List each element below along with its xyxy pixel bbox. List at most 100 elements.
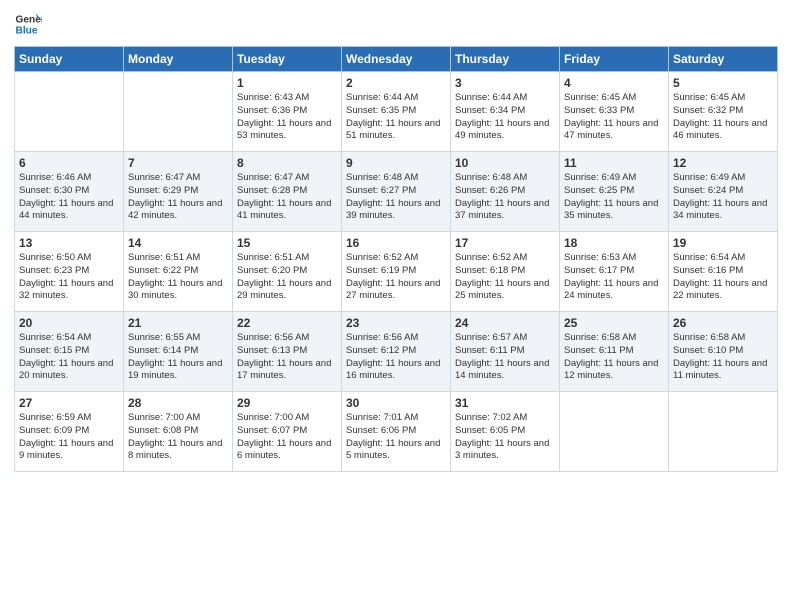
weekday-header-row: SundayMondayTuesdayWednesdayThursdayFrid…	[15, 47, 778, 72]
week-row-3: 13 Sunrise: 6:50 AMSunset: 6:23 PMDayligh…	[15, 232, 778, 312]
calendar-cell: 17 Sunrise: 6:52 AMSunset: 6:18 PMDayligh…	[451, 232, 560, 312]
logo-icon: General Blue	[14, 10, 42, 38]
cell-text: Sunrise: 6:49 AMSunset: 6:24 PMDaylight:…	[673, 172, 773, 223]
cell-text: Sunrise: 7:00 AMSunset: 6:07 PMDaylight:…	[237, 412, 337, 463]
week-row-4: 20 Sunrise: 6:54 AMSunset: 6:15 PMDayligh…	[15, 312, 778, 392]
cell-text: Sunrise: 7:01 AMSunset: 6:06 PMDaylight:…	[346, 412, 446, 463]
cell-text: Sunrise: 6:52 AMSunset: 6:18 PMDaylight:…	[455, 252, 555, 303]
weekday-monday: Monday	[124, 47, 233, 72]
cell-text: Sunrise: 6:52 AMSunset: 6:19 PMDaylight:…	[346, 252, 446, 303]
cell-text: Sunrise: 6:48 AMSunset: 6:26 PMDaylight:…	[455, 172, 555, 223]
calendar-cell: 31 Sunrise: 7:02 AMSunset: 6:05 PMDayligh…	[451, 392, 560, 472]
day-number: 2	[346, 76, 446, 90]
day-number: 16	[346, 236, 446, 250]
calendar-cell: 11 Sunrise: 6:49 AMSunset: 6:25 PMDayligh…	[560, 152, 669, 232]
calendar-cell	[560, 392, 669, 472]
cell-text: Sunrise: 6:49 AMSunset: 6:25 PMDaylight:…	[564, 172, 664, 223]
cell-text: Sunrise: 6:54 AMSunset: 6:15 PMDaylight:…	[19, 332, 119, 383]
day-number: 17	[455, 236, 555, 250]
day-number: 25	[564, 316, 664, 330]
day-number: 14	[128, 236, 228, 250]
day-number: 18	[564, 236, 664, 250]
calendar-cell: 20 Sunrise: 6:54 AMSunset: 6:15 PMDayligh…	[15, 312, 124, 392]
day-number: 29	[237, 396, 337, 410]
weekday-tuesday: Tuesday	[233, 47, 342, 72]
weekday-friday: Friday	[560, 47, 669, 72]
day-number: 20	[19, 316, 119, 330]
day-number: 21	[128, 316, 228, 330]
day-number: 13	[19, 236, 119, 250]
calendar-cell: 4 Sunrise: 6:45 AMSunset: 6:33 PMDaylight…	[560, 72, 669, 152]
calendar-cell: 5 Sunrise: 6:45 AMSunset: 6:32 PMDaylight…	[669, 72, 778, 152]
weekday-sunday: Sunday	[15, 47, 124, 72]
calendar-cell: 25Sunrise: 6:58 AMSunset: 6:11 PMDayligh…	[560, 312, 669, 392]
day-number: 9	[346, 156, 446, 170]
day-number: 4	[564, 76, 664, 90]
calendar-cell: 1 Sunrise: 6:43 AMSunset: 6:36 PMDaylight…	[233, 72, 342, 152]
cell-text: Sunrise: 6:43 AMSunset: 6:36 PMDaylight:…	[237, 92, 337, 143]
calendar-cell: 28Sunrise: 7:00 AMSunset: 6:08 PMDayligh…	[124, 392, 233, 472]
day-number: 6	[19, 156, 119, 170]
calendar-table: SundayMondayTuesdayWednesdayThursdayFrid…	[14, 46, 778, 472]
cell-text: Sunrise: 7:02 AMSunset: 6:05 PMDaylight:…	[455, 412, 555, 463]
calendar-body: 1 Sunrise: 6:43 AMSunset: 6:36 PMDaylight…	[15, 72, 778, 472]
day-number: 22	[237, 316, 337, 330]
cell-text: Sunrise: 6:48 AMSunset: 6:27 PMDaylight:…	[346, 172, 446, 223]
cell-text: Sunrise: 6:47 AMSunset: 6:28 PMDaylight:…	[237, 172, 337, 223]
cell-text: Sunrise: 6:44 AMSunset: 6:35 PMDaylight:…	[346, 92, 446, 143]
page-header: General Blue	[14, 10, 778, 38]
calendar-cell: 8 Sunrise: 6:47 AMSunset: 6:28 PMDaylight…	[233, 152, 342, 232]
cell-text: Sunrise: 6:54 AMSunset: 6:16 PMDaylight:…	[673, 252, 773, 303]
cell-text: Sunrise: 6:47 AMSunset: 6:29 PMDaylight:…	[128, 172, 228, 223]
calendar-cell: 23Sunrise: 6:56 AMSunset: 6:12 PMDayligh…	[342, 312, 451, 392]
calendar-cell: 6Sunrise: 6:46 AMSunset: 6:30 PMDaylight…	[15, 152, 124, 232]
week-row-5: 27 Sunrise: 6:59 AMSunset: 6:09 PMDayligh…	[15, 392, 778, 472]
day-number: 31	[455, 396, 555, 410]
calendar-cell: 7 Sunrise: 6:47 AMSunset: 6:29 PMDaylight…	[124, 152, 233, 232]
calendar-cell: 10 Sunrise: 6:48 AMSunset: 6:26 PMDayligh…	[451, 152, 560, 232]
week-row-1: 1 Sunrise: 6:43 AMSunset: 6:36 PMDaylight…	[15, 72, 778, 152]
cell-text: Sunrise: 6:50 AMSunset: 6:23 PMDaylight:…	[19, 252, 119, 303]
day-number: 7	[128, 156, 228, 170]
calendar-cell: 19 Sunrise: 6:54 AMSunset: 6:16 PMDayligh…	[669, 232, 778, 312]
calendar-cell	[15, 72, 124, 152]
day-number: 26	[673, 316, 773, 330]
calendar-cell	[124, 72, 233, 152]
cell-text: Sunrise: 6:59 AMSunset: 6:09 PMDaylight:…	[19, 412, 119, 463]
calendar-cell: 27 Sunrise: 6:59 AMSunset: 6:09 PMDayligh…	[15, 392, 124, 472]
day-number: 24	[455, 316, 555, 330]
day-number: 1	[237, 76, 337, 90]
day-number: 10	[455, 156, 555, 170]
calendar-cell	[669, 392, 778, 472]
cell-text: Sunrise: 6:57 AMSunset: 6:11 PMDaylight:…	[455, 332, 555, 383]
day-number: 12	[673, 156, 773, 170]
weekday-thursday: Thursday	[451, 47, 560, 72]
calendar-cell: 22 Sunrise: 6:56 AMSunset: 6:13 PMDayligh…	[233, 312, 342, 392]
week-row-2: 6Sunrise: 6:46 AMSunset: 6:30 PMDaylight…	[15, 152, 778, 232]
weekday-saturday: Saturday	[669, 47, 778, 72]
calendar-cell: 2 Sunrise: 6:44 AMSunset: 6:35 PMDaylight…	[342, 72, 451, 152]
day-number: 15	[237, 236, 337, 250]
calendar-cell: 30Sunrise: 7:01 AMSunset: 6:06 PMDayligh…	[342, 392, 451, 472]
calendar-cell: 29 Sunrise: 7:00 AMSunset: 6:07 PMDayligh…	[233, 392, 342, 472]
logo: General Blue	[14, 10, 42, 38]
calendar-cell: 21Sunrise: 6:55 AMSunset: 6:14 PMDayligh…	[124, 312, 233, 392]
calendar-cell: 12 Sunrise: 6:49 AMSunset: 6:24 PMDayligh…	[669, 152, 778, 232]
cell-text: Sunrise: 7:00 AMSunset: 6:08 PMDaylight:…	[128, 412, 228, 463]
day-number: 27	[19, 396, 119, 410]
weekday-wednesday: Wednesday	[342, 47, 451, 72]
day-number: 8	[237, 156, 337, 170]
calendar-cell: 16 Sunrise: 6:52 AMSunset: 6:19 PMDayligh…	[342, 232, 451, 312]
cell-text: Sunrise: 6:56 AMSunset: 6:13 PMDaylight:…	[237, 332, 337, 383]
cell-text: Sunrise: 6:45 AMSunset: 6:32 PMDaylight:…	[673, 92, 773, 143]
day-number: 5	[673, 76, 773, 90]
calendar-cell: 14Sunrise: 6:51 AMSunset: 6:22 PMDayligh…	[124, 232, 233, 312]
calendar-cell: 13 Sunrise: 6:50 AMSunset: 6:23 PMDayligh…	[15, 232, 124, 312]
day-number: 19	[673, 236, 773, 250]
cell-text: Sunrise: 6:51 AMSunset: 6:20 PMDaylight:…	[237, 252, 337, 303]
day-number: 3	[455, 76, 555, 90]
day-number: 11	[564, 156, 664, 170]
cell-text: Sunrise: 6:45 AMSunset: 6:33 PMDaylight:…	[564, 92, 664, 143]
cell-text: Sunrise: 6:53 AMSunset: 6:17 PMDaylight:…	[564, 252, 664, 303]
calendar-cell: 15 Sunrise: 6:51 AMSunset: 6:20 PMDayligh…	[233, 232, 342, 312]
